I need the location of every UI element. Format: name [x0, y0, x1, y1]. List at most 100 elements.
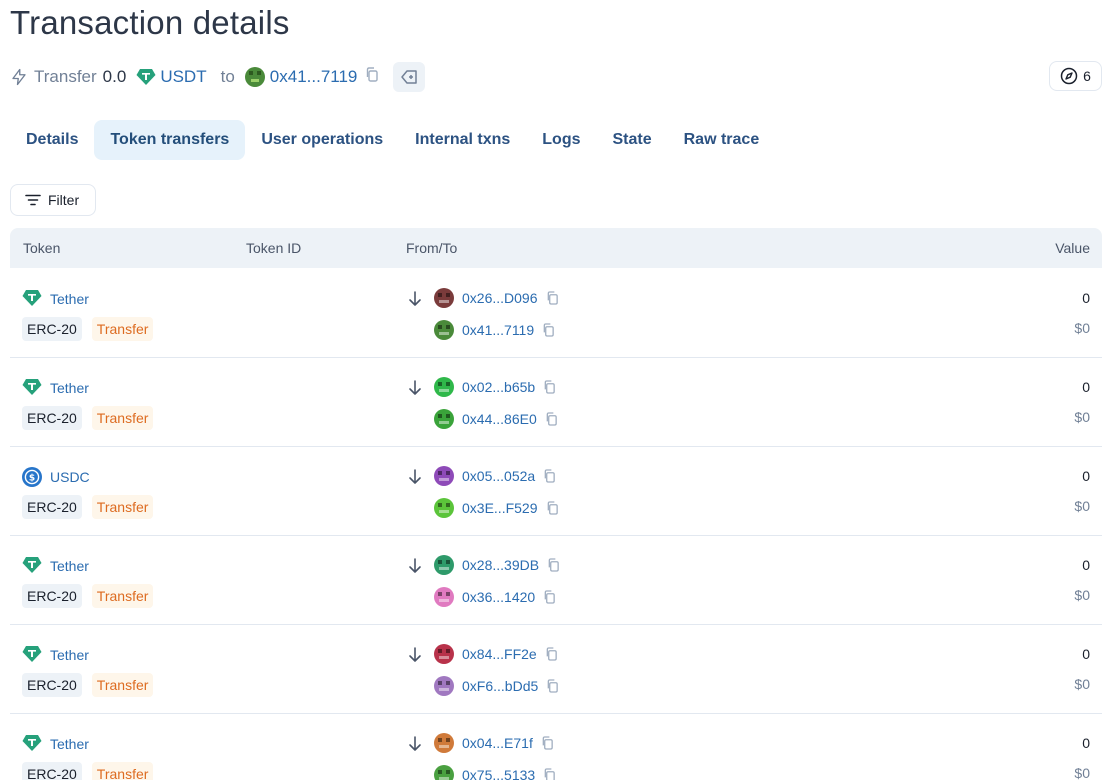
transfer-type-badge: Transfer: [91, 673, 154, 697]
from-address-label: 0x05...052a: [462, 468, 536, 484]
table-row: $ USDC ERC-20 Transfer 0x05...052a 0x3E...F52…: [10, 447, 1102, 536]
avatar: [434, 498, 454, 518]
token-link[interactable]: Tether: [22, 645, 89, 665]
arrow-down-icon: [407, 557, 423, 575]
from-address[interactable]: 0x05...052a: [434, 466, 556, 486]
from-address-label: 0x28...39DB: [462, 557, 540, 573]
tag-icon: [401, 70, 418, 84]
copy-icon[interactable]: [543, 469, 556, 483]
token-link[interactable]: $ USDC: [22, 467, 90, 487]
tab-internal-txns[interactable]: Internal txns: [399, 120, 526, 160]
tab-state[interactable]: State: [597, 120, 668, 160]
copy-icon[interactable]: [545, 647, 558, 661]
copy-icon[interactable]: [547, 558, 560, 572]
avatar: [434, 288, 454, 308]
token-name: Tether: [50, 558, 89, 574]
copy-icon[interactable]: [543, 590, 556, 604]
copy-icon[interactable]: [546, 501, 559, 515]
tab-logs[interactable]: Logs: [526, 120, 596, 160]
avatar: [434, 555, 454, 575]
token-standard-badge: ERC-20: [22, 495, 82, 519]
arrow-down-icon: [407, 468, 423, 486]
token-standard-badge: ERC-20: [22, 584, 82, 608]
column-from-to: From/To: [406, 240, 458, 256]
from-address-label: 0x26...D096: [462, 290, 538, 306]
summary-token-link[interactable]: USDT: [136, 67, 207, 87]
tab-user-operations[interactable]: User operations: [245, 120, 399, 160]
from-address[interactable]: 0x04...E71f: [434, 733, 554, 753]
usdc-icon: $: [22, 467, 42, 487]
page-title: Transaction details: [10, 4, 290, 41]
summary-to-address-label: 0x41...7119: [269, 67, 358, 86]
avatar: [244, 67, 265, 87]
to-address[interactable]: 0x3E...F529: [434, 498, 559, 518]
copy-icon[interactable]: [543, 380, 556, 394]
arrow-down-icon: [407, 735, 423, 753]
token-name: Tether: [50, 647, 89, 663]
table-header: Token Token ID From/To Value: [10, 228, 1102, 268]
transfer-type-badge: Transfer: [91, 406, 154, 430]
tether-icon: [22, 289, 42, 309]
add-tag-button[interactable]: [393, 62, 426, 92]
to-address-label: 0x44...86E0: [462, 411, 537, 427]
column-value: Value: [1055, 240, 1090, 256]
tether-icon: [22, 645, 42, 665]
avatar: [434, 644, 454, 664]
from-address-label: 0x02...b65b: [462, 379, 536, 395]
to-address[interactable]: 0xF6...bDd5: [434, 676, 559, 696]
transfer-usd-value: $0: [1074, 498, 1090, 514]
filter-button[interactable]: Filter: [10, 184, 96, 216]
tab-raw-trace[interactable]: Raw trace: [668, 120, 776, 160]
avatar: [434, 676, 454, 696]
transfer-type-badge: Transfer: [91, 584, 154, 608]
summary-action: Transfer: [34, 67, 97, 86]
summary-to-label: to: [220, 67, 235, 86]
to-address[interactable]: 0x41...7119: [434, 320, 555, 340]
transfer-usd-value: $0: [1074, 676, 1090, 692]
to-address[interactable]: 0x44...86E0: [434, 409, 558, 429]
table-row: Tether ERC-20 Transfer 0x02...b65b 0x44...86…: [10, 358, 1102, 447]
tether-icon: [22, 556, 42, 576]
tether-icon: [22, 378, 42, 398]
token-link[interactable]: Tether: [22, 378, 89, 398]
compass-icon: [1060, 67, 1078, 85]
summary-to-address[interactable]: 0x41...7119: [244, 67, 358, 87]
to-address-label: 0x3E...F529: [462, 500, 538, 516]
transfer-value: 0: [1082, 468, 1090, 484]
copy-icon[interactable]: [546, 679, 559, 693]
summary-token-label: USDT: [160, 67, 207, 86]
token-standard-badge: ERC-20: [22, 406, 82, 430]
token-link[interactable]: Tether: [22, 734, 89, 754]
counter-value: 6: [1083, 68, 1091, 84]
table-row: Tether ERC-20 Transfer 0x28...39DB 0x36...14…: [10, 536, 1102, 625]
avatar: [434, 466, 454, 486]
transfer-value: 0: [1082, 290, 1090, 306]
transfer-type-badge: Transfer: [91, 762, 154, 780]
tab-details[interactable]: Details: [10, 120, 94, 160]
from-address[interactable]: 0x02...b65b: [434, 377, 556, 397]
copy-icon[interactable]: [542, 323, 555, 337]
to-address[interactable]: 0x75...5133: [434, 765, 556, 780]
copy-icon[interactable]: [365, 67, 379, 87]
from-address[interactable]: 0x84...FF2e: [434, 644, 558, 664]
interpretation-counter-button[interactable]: 6: [1049, 61, 1102, 91]
tether-icon: [22, 734, 42, 754]
copy-icon[interactable]: [541, 736, 554, 750]
transfer-usd-value: $0: [1074, 320, 1090, 336]
to-address-label: 0xF6...bDd5: [462, 678, 539, 694]
copy-icon[interactable]: [545, 412, 558, 426]
token-link[interactable]: Tether: [22, 556, 89, 576]
from-address[interactable]: 0x28...39DB: [434, 555, 560, 575]
to-address-label: 0x75...5133: [462, 767, 536, 780]
token-name: Tether: [50, 291, 89, 307]
to-address-label: 0x41...7119: [462, 322, 535, 338]
copy-icon[interactable]: [543, 768, 556, 780]
token-standard-badge: ERC-20: [22, 317, 82, 341]
token-link[interactable]: Tether: [22, 289, 89, 309]
tab-bar: Details Token transfers User operations …: [10, 120, 775, 160]
from-address[interactable]: 0x26...D096: [434, 288, 559, 308]
from-address-label: 0x84...FF2e: [462, 646, 537, 662]
to-address[interactable]: 0x36...1420: [434, 587, 556, 607]
copy-icon[interactable]: [546, 291, 559, 305]
tab-token-transfers[interactable]: Token transfers: [94, 120, 246, 160]
